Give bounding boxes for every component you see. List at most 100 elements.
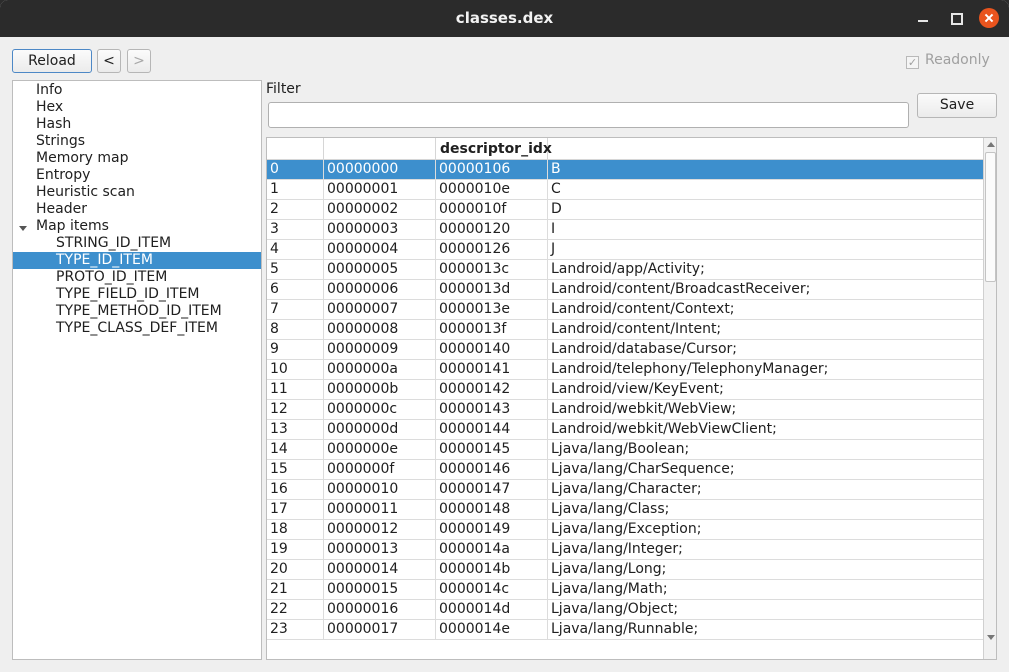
reload-button[interactable]: Reload: [12, 49, 92, 73]
table-cell: 0000000a: [324, 360, 436, 380]
table-cell: 0000000c: [324, 400, 436, 420]
table-row[interactable]: 19 00000013 0000014a Ljava/lang/Integer;: [267, 540, 983, 560]
table-cell: 00000146: [436, 460, 548, 480]
save-button[interactable]: Save: [917, 93, 997, 118]
scroll-up-icon[interactable]: [987, 142, 995, 147]
tree-item[interactable]: Entropy: [36, 167, 90, 184]
scrollbar-thumb[interactable]: [985, 152, 996, 282]
column-header[interactable]: [548, 138, 983, 160]
table-cell: 14: [267, 440, 324, 460]
tree-item[interactable]: Header: [36, 201, 87, 218]
table-cell: 00000016: [324, 600, 436, 620]
table-cell: Ljava/lang/Object;: [551, 601, 679, 617]
expand-arrow-icon[interactable]: [19, 226, 27, 231]
scroll-down-icon[interactable]: [987, 635, 995, 640]
table-cell: 0000000b: [324, 380, 436, 400]
table-row[interactable]: 12 0000000c 00000143 Landroid/webkit/WebVie…: [267, 400, 983, 420]
maximize-icon[interactable]: [946, 8, 966, 28]
vertical-scrollbar[interactable]: [983, 138, 996, 659]
column-header[interactable]: descriptor_idx: [436, 138, 552, 160]
table-row[interactable]: 3 00000003 00000120 I: [267, 220, 983, 240]
table-row[interactable]: 9 00000009 00000140 Landroid/database/Curso…: [267, 340, 983, 360]
tree-child-item[interactable]: TYPE_METHOD_ID_ITEM: [56, 303, 222, 320]
tree-child-item[interactable]: STRING_ID_ITEM: [56, 235, 171, 252]
table-cell: 00000144: [436, 420, 548, 440]
table-cell: 00000015: [324, 580, 436, 600]
tree-item[interactable]: Info: [36, 82, 63, 99]
tree-item[interactable]: Map items: [36, 218, 109, 235]
table-row[interactable]: 4 00000004 00000126 J: [267, 240, 983, 260]
table-cell: 00000002: [324, 200, 436, 220]
table-cell: 0000014d: [436, 600, 548, 620]
table-cell: Ljava/lang/Integer;: [551, 541, 683, 557]
table-row[interactable]: 8 00000008 0000013f Landroid/content/Intent…: [267, 320, 983, 340]
table-cell: Ljava/lang/Runnable;: [551, 621, 699, 637]
table-body[interactable]: 0 00000000 00000106 B 1 00000001 0000010e C 2 000…: [267, 160, 983, 659]
table-row[interactable]: 6 00000006 0000013d Landroid/content/Broadc…: [267, 280, 983, 300]
table-row[interactable]: 16 00000010 00000147 Ljava/lang/Character;: [267, 480, 983, 500]
table-cell: 0000000f: [324, 460, 436, 480]
table-cell: 00000141: [436, 360, 548, 380]
table-cell: 5: [267, 260, 324, 280]
tree-item[interactable]: Heuristic scan: [36, 184, 135, 201]
table-row[interactable]: 15 0000000f 00000146 Ljava/lang/CharSequenc…: [267, 460, 983, 480]
table-cell: Ljava/lang/Exception;: [551, 521, 702, 537]
readonly-checkbox[interactable]: ✓ Readonly: [906, 52, 990, 69]
tree-child-item[interactable]: TYPE_ID_ITEM: [13, 252, 261, 269]
tree-item[interactable]: Hash: [36, 116, 71, 133]
table-row[interactable]: 2 00000002 0000010f D: [267, 200, 983, 220]
table-cell: 0000014e: [436, 620, 548, 640]
forward-button[interactable]: >: [127, 49, 151, 73]
table-cell: Ljava/lang/Long;: [551, 561, 667, 577]
table-row[interactable]: 7 00000007 0000013e Landroid/content/Contex…: [267, 300, 983, 320]
table-row[interactable]: 14 0000000e 00000145 Ljava/lang/Boolean;: [267, 440, 983, 460]
table-cell: 0000010e: [436, 180, 548, 200]
table-row[interactable]: 5 00000005 0000013c Landroid/app/Activity;: [267, 260, 983, 280]
tree-item[interactable]: Hex: [36, 99, 63, 116]
table-row[interactable]: 17 00000011 00000148 Ljava/lang/Class;: [267, 500, 983, 520]
window-title: classes.dex: [455, 9, 554, 27]
table-cell: 0000013d: [436, 280, 548, 300]
table-row[interactable]: 22 00000016 0000014d Ljava/lang/Object;: [267, 600, 983, 620]
table-header: descriptor_idx: [267, 138, 983, 160]
tree-item[interactable]: Memory map: [36, 150, 129, 167]
table-row[interactable]: 21 00000015 0000014c Ljava/lang/Math;: [267, 580, 983, 600]
table-cell: 00000009: [324, 340, 436, 360]
table-row[interactable]: 10 0000000a 00000141 Landroid/telephony/Tel…: [267, 360, 983, 380]
table-row[interactable]: 11 0000000b 00000142 Landroid/view/KeyEvent…: [267, 380, 983, 400]
table-cell: Landroid/telephony/TelephonyManager;: [551, 361, 829, 377]
data-table[interactable]: descriptor_idx 0 00000000 00000106 B 1 000000…: [266, 137, 997, 660]
filter-input[interactable]: [268, 102, 909, 128]
table-row[interactable]: 1 00000001 0000010e C: [267, 180, 983, 200]
tree-item[interactable]: Strings: [36, 133, 85, 150]
tree-child-item[interactable]: TYPE_FIELD_ID_ITEM: [56, 286, 200, 303]
column-header[interactable]: [267, 138, 324, 160]
table-cell: 00000126: [436, 240, 548, 260]
table-row[interactable]: 13 0000000d 00000144 Landroid/webkit/WebVie…: [267, 420, 983, 440]
app-window: classes.dex Reload < > ✓ Readonly Info Hex…: [0, 0, 1009, 672]
title-bar[interactable]: classes.dex: [0, 0, 1009, 37]
minimize-icon[interactable]: [913, 8, 933, 28]
table-row[interactable]: 23 00000017 0000014e Ljava/lang/Runnable;: [267, 620, 983, 640]
table-cell: 10: [267, 360, 324, 380]
table-cell: 16: [267, 480, 324, 500]
column-header[interactable]: [324, 138, 436, 160]
table-cell: 7: [267, 300, 324, 320]
checkbox-check-icon: ✓: [906, 56, 919, 69]
table-cell: 00000147: [436, 480, 548, 500]
table-row[interactable]: 20 00000014 0000014b Ljava/lang/Long;: [267, 560, 983, 580]
table-cell: 3: [267, 220, 324, 240]
table-cell: 0000013f: [436, 320, 548, 340]
table-cell: 00000145: [436, 440, 548, 460]
table-row[interactable]: 0 00000000 00000106 B: [267, 160, 983, 180]
navigation-tree[interactable]: Info Hex Hash Strings Memory map Entropy Heuri…: [12, 80, 262, 660]
table-cell: 00000004: [324, 240, 436, 260]
back-button[interactable]: <: [97, 49, 121, 73]
table-cell: 00000008: [324, 320, 436, 340]
table-cell: 00000148: [436, 500, 548, 520]
close-icon[interactable]: [979, 8, 999, 28]
table-row[interactable]: 18 00000012 00000149 Ljava/lang/Exception;: [267, 520, 983, 540]
tree-child-item[interactable]: TYPE_CLASS_DEF_ITEM: [56, 320, 218, 337]
tree-child-item[interactable]: PROTO_ID_ITEM: [56, 269, 167, 286]
table-cell: 8: [267, 320, 324, 340]
